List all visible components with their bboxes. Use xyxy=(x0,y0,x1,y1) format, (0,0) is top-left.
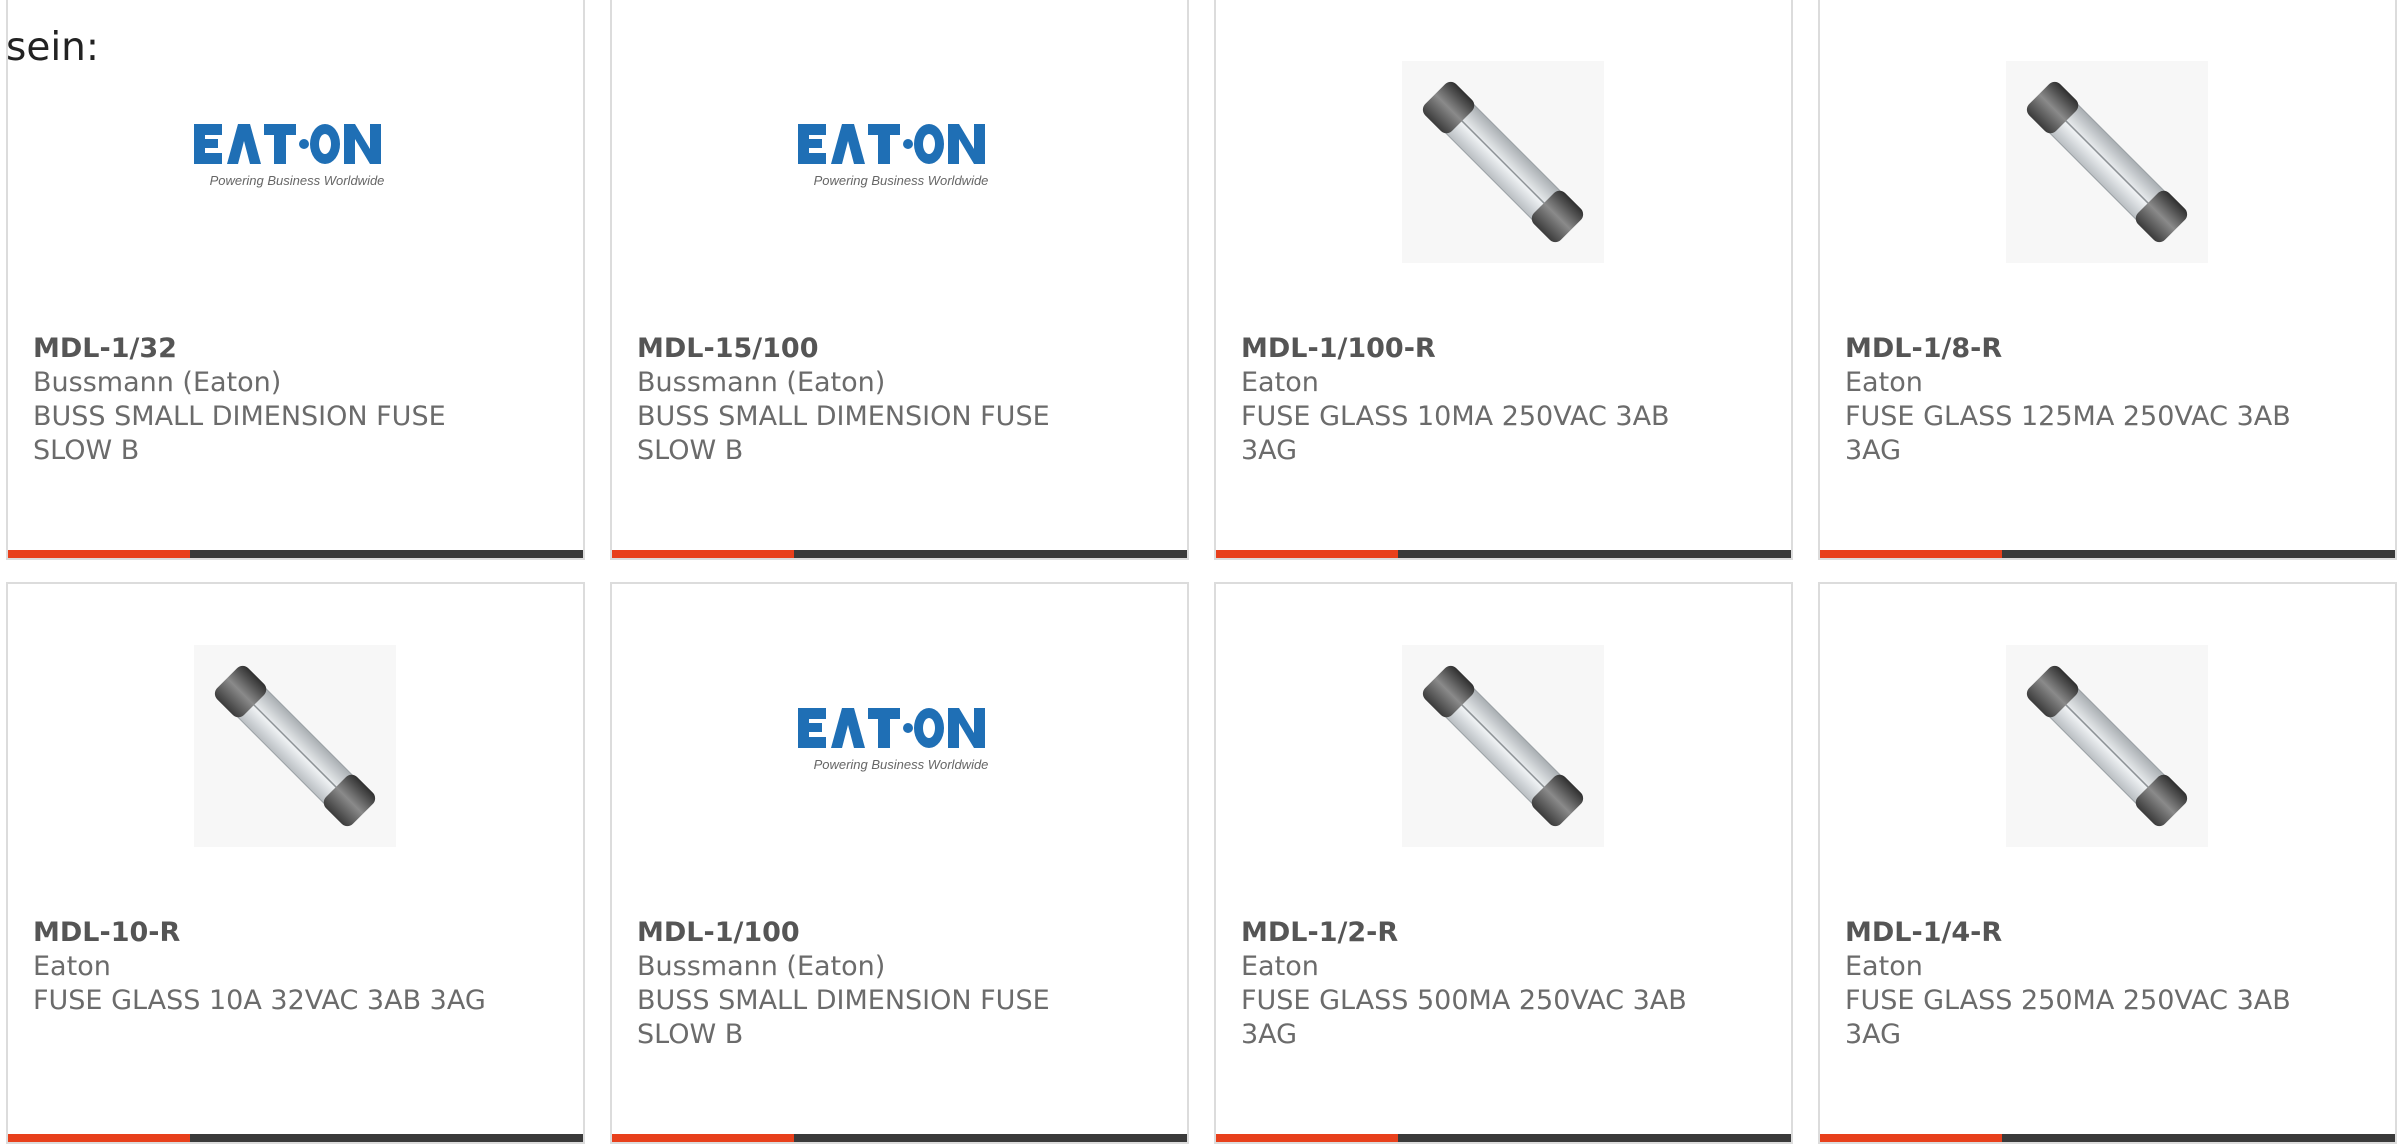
card-accent xyxy=(8,1134,190,1142)
description: FUSE GLASS 125MA 250VAC 3AB 3AG xyxy=(1845,401,2291,466)
card-accent xyxy=(612,550,794,558)
part-number[interactable]: MDL-1/100 xyxy=(637,916,1107,950)
part-number[interactable]: MDL-1/8-R xyxy=(1845,332,2315,366)
glass-fuse-image xyxy=(1402,61,1604,263)
description: BUSS SMALL DIMENSION FUSE SLOW B xyxy=(637,401,1050,466)
description: FUSE GLASS 250MA 250VAC 3AB 3AG xyxy=(1845,985,2291,1050)
product-image xyxy=(2006,61,2208,263)
card-bottom-bar xyxy=(1820,550,2395,558)
part-number[interactable]: MDL-15/100 xyxy=(637,332,1107,366)
manufacturer: Eaton xyxy=(1845,367,1923,398)
card-accent xyxy=(1820,1134,2002,1142)
product-image xyxy=(1402,61,1604,263)
eaton-logo: Powering Business Worldwide xyxy=(194,124,385,188)
manufacturer: Eaton xyxy=(1241,951,1319,982)
card-bottom-bar xyxy=(1216,1134,1791,1142)
part-number[interactable]: MDL-1/32 xyxy=(33,332,503,366)
product-card[interactable]: MDL-1/2-R Eaton FUSE GLASS 500MA 250VAC … xyxy=(1214,582,1793,1144)
manufacturer: Bussmann (Eaton) xyxy=(33,367,282,398)
description: BUSS SMALL DIMENSION FUSE SLOW B xyxy=(637,985,1050,1050)
manufacturer: Eaton xyxy=(1845,951,1923,982)
product-card[interactable]: MDL-1/8-R Eaton FUSE GLASS 125MA 250VAC … xyxy=(1818,0,2397,560)
glass-fuse-image xyxy=(194,645,396,847)
card-accent xyxy=(8,550,190,558)
glass-fuse-image xyxy=(1402,645,1604,847)
manufacturer: Eaton xyxy=(33,951,111,982)
description: FUSE GLASS 500MA 250VAC 3AB 3AG xyxy=(1241,985,1687,1050)
part-number[interactable]: MDL-1/4-R xyxy=(1845,916,2315,950)
product-card[interactable]: MDL-10-R Eaton FUSE GLASS 10A 32VAC 3AB … xyxy=(6,582,585,1144)
card-bottom-bar xyxy=(612,1134,1187,1142)
part-number[interactable]: MDL-10-R xyxy=(33,916,503,950)
product-image: Powering Business Worldwide xyxy=(194,61,396,263)
svg-text:Powering Business Worldwide: Powering Business Worldwide xyxy=(814,757,989,772)
manufacturer: Bussmann (Eaton) xyxy=(637,367,886,398)
card-bottom-bar xyxy=(1820,1134,2395,1142)
eaton-logo: Powering Business Worldwide xyxy=(798,124,989,188)
card-accent xyxy=(1216,1134,1398,1142)
svg-text:Powering Business Worldwide: Powering Business Worldwide xyxy=(210,173,385,188)
product-card[interactable]: MDL-1/4-R Eaton FUSE GLASS 250MA 250VAC … xyxy=(1818,582,2397,1144)
eaton-logo: Powering Business Worldwide xyxy=(798,708,989,772)
manufacturer: Eaton xyxy=(1241,367,1319,398)
svg-text:Powering Business Worldwide: Powering Business Worldwide xyxy=(814,173,989,188)
part-number[interactable]: MDL-1/100-R xyxy=(1241,332,1711,366)
glass-fuse-image xyxy=(2006,61,2208,263)
description: FUSE GLASS 10MA 250VAC 3AB 3AG xyxy=(1241,401,1670,466)
manufacturer: Bussmann (Eaton) xyxy=(637,951,886,982)
product-image xyxy=(2006,645,2208,847)
description: BUSS SMALL DIMENSION FUSE SLOW B xyxy=(33,401,446,466)
product-card[interactable]: MDL-1/100-R Eaton FUSE GLASS 10MA 250VAC… xyxy=(1214,0,1793,560)
product-image: Powering Business Worldwide xyxy=(798,61,1000,263)
product-card[interactable]: Powering Business Worldwide MDL-1/100 Bu… xyxy=(610,582,1189,1144)
card-accent xyxy=(1216,550,1398,558)
card-bottom-bar xyxy=(8,550,583,558)
product-card[interactable]: Powering Business Worldwide MDL-1/32 Bus… xyxy=(6,0,585,560)
card-accent xyxy=(1820,550,2002,558)
card-bottom-bar xyxy=(8,1134,583,1142)
product-image xyxy=(194,645,396,847)
card-bottom-bar xyxy=(1216,550,1791,558)
product-image xyxy=(1402,645,1604,847)
card-bottom-bar xyxy=(612,550,1187,558)
part-number[interactable]: MDL-1/2-R xyxy=(1241,916,1711,950)
card-accent xyxy=(612,1134,794,1142)
product-card[interactable]: Powering Business Worldwide MDL-15/100 B… xyxy=(610,0,1189,560)
product-grid-page: sein: Powering Business Worldwide MDL-1/… xyxy=(0,0,2404,1148)
description: FUSE GLASS 10A 32VAC 3AB 3AG xyxy=(33,985,486,1016)
intro-text: sein: xyxy=(6,25,100,70)
glass-fuse-image xyxy=(2006,645,2208,847)
product-image: Powering Business Worldwide xyxy=(798,645,1000,847)
